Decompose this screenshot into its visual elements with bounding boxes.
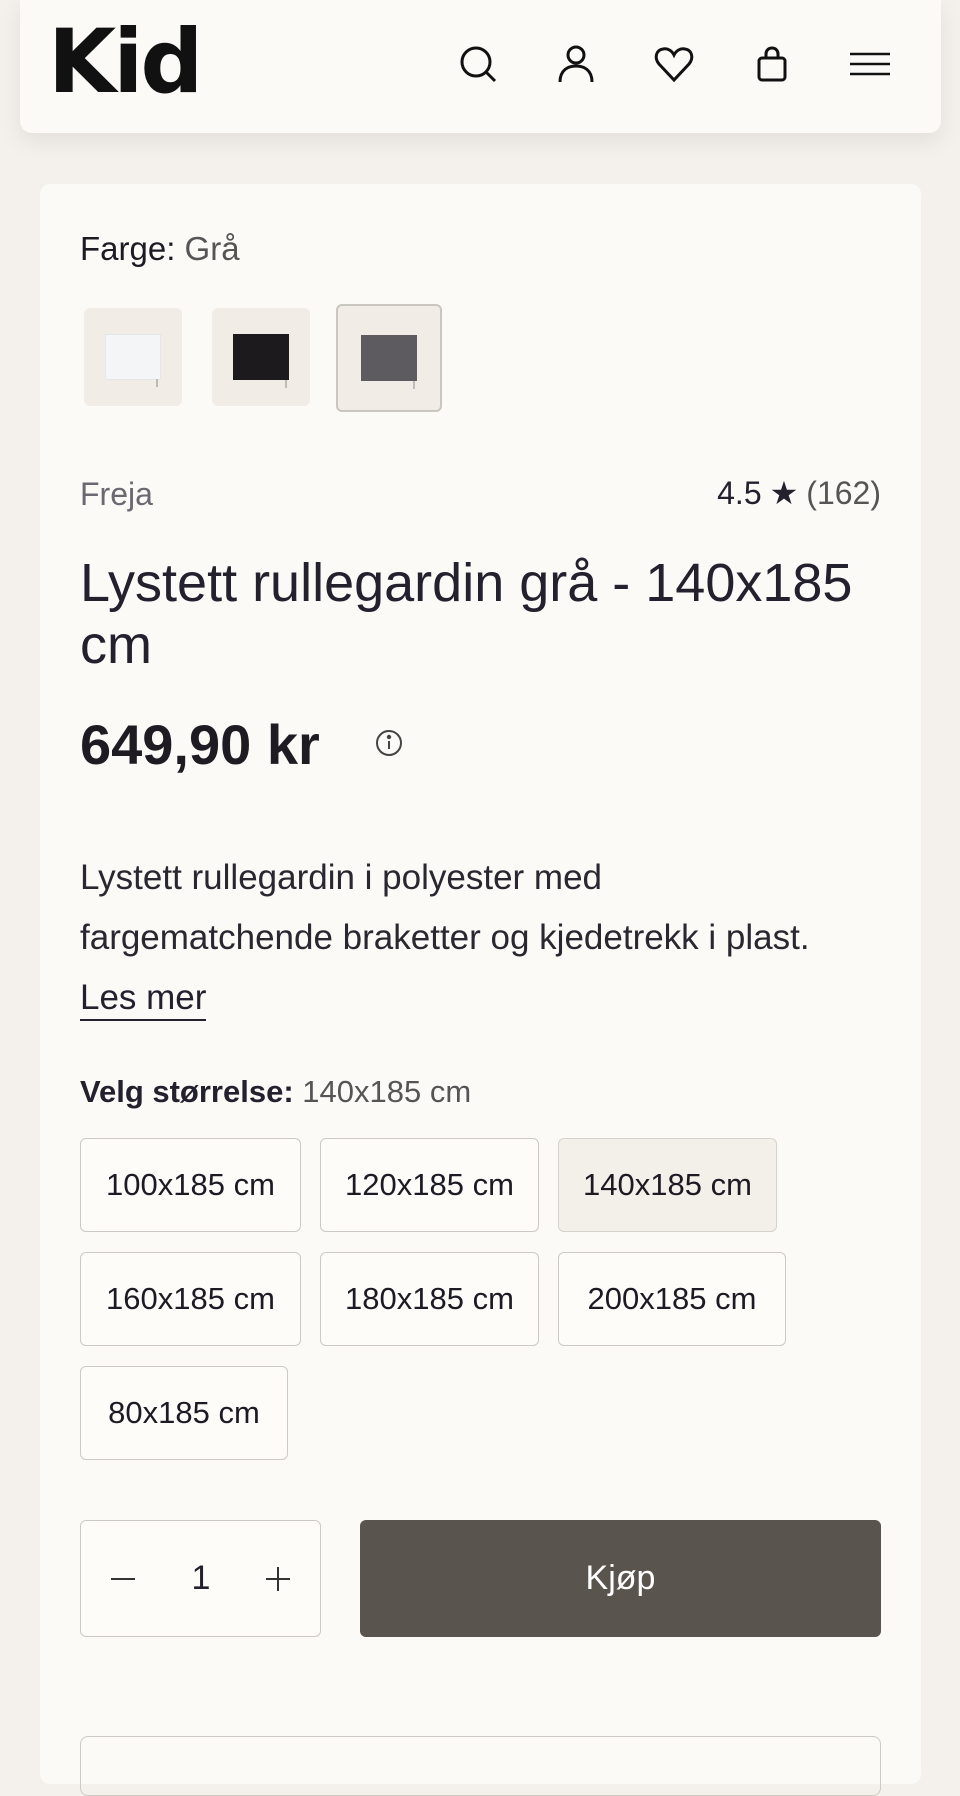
plus-icon[interactable]: [256, 1557, 300, 1601]
size-selected-value: 140x185 cm: [302, 1074, 472, 1109]
size-option-120x185[interactable]: 120x185 cm: [320, 1138, 539, 1232]
size-option-160x185[interactable]: 160x185 cm: [80, 1252, 301, 1346]
size-option-180x185[interactable]: 180x185 cm: [320, 1252, 539, 1346]
heart-icon[interactable]: [650, 40, 698, 88]
quantity-stepper: 1: [80, 1520, 321, 1637]
color-value: Grå: [184, 230, 240, 267]
quantity-value[interactable]: 1: [171, 1559, 231, 1598]
read-more-link[interactable]: Les mer: [80, 978, 207, 1021]
size-label-row: Velg størrelse: 140x185 cm: [80, 1074, 471, 1110]
color-label-row: Farge: Grå: [80, 230, 240, 268]
product-title: Lystett rullegardin grå - 140x185 cm: [80, 553, 853, 675]
star-icon: ★: [769, 475, 799, 511]
review-count: (162): [806, 474, 881, 511]
swatch-grey[interactable]: [336, 304, 442, 412]
swatch-black[interactable]: [212, 308, 310, 406]
swatch-white[interactable]: [84, 308, 182, 406]
blind-grey-image: [361, 335, 417, 389]
buy-button[interactable]: Kjøp: [360, 1520, 881, 1637]
description-text: Lystett rullegardin i polyester med farg…: [80, 858, 810, 957]
product-card: Farge: Grå Freja 4.5 ★ (162) Lystett rul…: [40, 184, 921, 1796]
user-icon[interactable]: [552, 40, 600, 88]
size-option-140x185[interactable]: 140x185 cm: [558, 1138, 777, 1232]
bag-icon[interactable]: [748, 40, 796, 88]
color-label: Farge:: [80, 230, 176, 267]
site-header: Kid: [20, 0, 941, 133]
info-icon[interactable]: [374, 728, 404, 758]
minus-icon[interactable]: [101, 1557, 145, 1601]
next-section-box: [80, 1736, 881, 1796]
blind-white-image: [105, 334, 161, 387]
size-label: Velg størrelse:: [80, 1074, 294, 1109]
brand-name[interactable]: Freja: [80, 476, 153, 513]
blind-black-image: [233, 334, 289, 388]
rating-value: 4.5: [717, 474, 762, 511]
kid-logo[interactable]: Kid: [48, 18, 203, 106]
size-option-200x185[interactable]: 200x185 cm: [558, 1252, 786, 1346]
size-option-100x185[interactable]: 100x185 cm: [80, 1138, 301, 1232]
product-price: 649,90 kr: [80, 713, 320, 776]
search-icon[interactable]: [454, 40, 502, 88]
size-option-80x185[interactable]: 80x185 cm: [80, 1366, 288, 1460]
rating[interactable]: 4.5 ★ (162): [717, 474, 881, 512]
menu-icon[interactable]: [846, 40, 894, 88]
product-description: Lystett rullegardin i polyester med farg…: [80, 848, 860, 1028]
